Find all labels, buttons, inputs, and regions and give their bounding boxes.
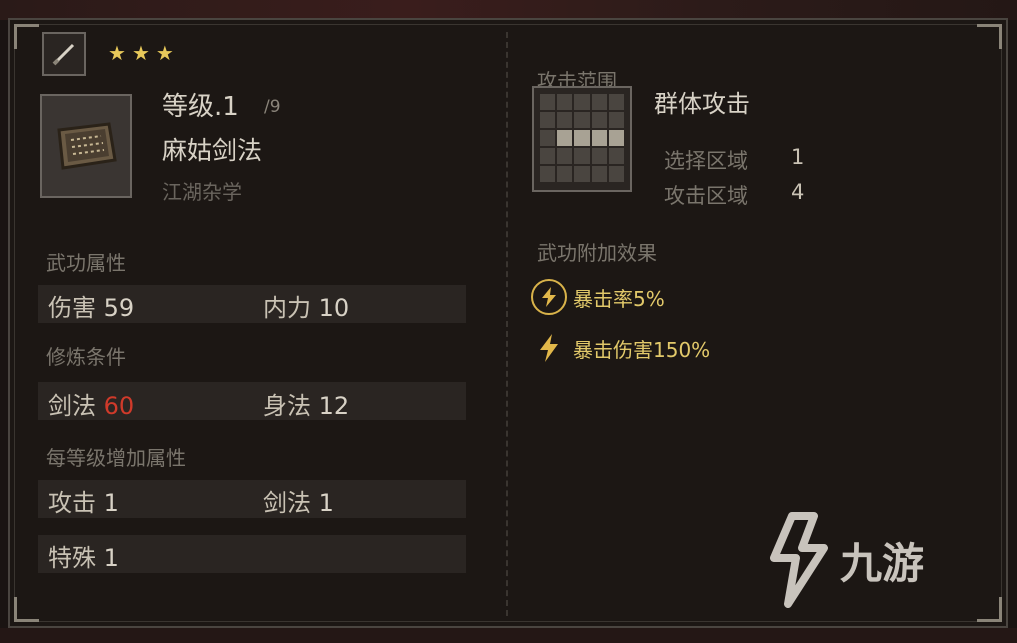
effect-item: 暴击伤害150% xyxy=(531,330,710,366)
stat-value: 12 xyxy=(318,392,350,420)
lightning-icon xyxy=(531,330,567,366)
section-title-attributes: 武功属性 xyxy=(46,251,126,275)
select-area-label: 选择区域 xyxy=(664,149,748,173)
attack-area-label: 攻击区域 xyxy=(664,184,748,208)
grid-cell xyxy=(591,94,607,110)
sword-icon xyxy=(52,43,75,66)
stat-value: 59 xyxy=(103,294,135,322)
grid-cell xyxy=(540,112,556,128)
grid-cell xyxy=(574,94,590,110)
grid-cell-active xyxy=(557,130,573,146)
grid-cell xyxy=(608,148,624,164)
stat-value-unmet: 60 xyxy=(103,392,135,420)
grid-cell xyxy=(557,94,573,110)
per-level-sword: 剑法 1 xyxy=(263,483,334,518)
section-title-effects: 武功附加效果 xyxy=(537,241,657,265)
panel-divider xyxy=(506,32,508,616)
grid-cell xyxy=(608,166,624,182)
stat-value: 10 xyxy=(318,294,350,322)
grid-cell xyxy=(540,94,556,110)
grid-cell xyxy=(608,94,624,110)
stat-label: 特殊 xyxy=(48,544,96,572)
select-area-value: 1 xyxy=(791,145,805,169)
stat-label: 攻击 xyxy=(48,489,96,517)
stat-value: 1 xyxy=(318,489,334,517)
watermark-text: 九游 xyxy=(840,538,925,588)
skill-book-box[interactable] xyxy=(40,94,132,198)
grid-cell xyxy=(608,112,624,128)
watermark: 九游 xyxy=(762,512,924,608)
attack-range-grid-box xyxy=(532,86,632,192)
stat-label: 伤害 xyxy=(48,294,96,322)
lightning-circle-icon xyxy=(531,279,567,315)
skill-level: 等级.1 xyxy=(162,92,239,122)
effect-text: 暴击率5% xyxy=(573,286,665,311)
skill-name: 麻姑剑法 xyxy=(162,136,263,165)
star-icon: ★ xyxy=(131,41,150,65)
stat-value: 1 xyxy=(103,544,119,572)
req-body: 身法 12 xyxy=(263,386,349,421)
stat-label: 内力 xyxy=(263,294,311,322)
corner-ornament xyxy=(14,24,39,49)
stat-value: 1 xyxy=(103,489,119,517)
grid-cell xyxy=(574,112,590,128)
grid-cell xyxy=(591,166,607,182)
per-level-attack: 攻击 1 xyxy=(48,483,119,518)
grid-cell xyxy=(540,148,556,164)
grid-cell-active xyxy=(591,130,607,146)
grid-cell xyxy=(591,112,607,128)
scroll-book-icon xyxy=(57,122,117,170)
weapon-type-box[interactable] xyxy=(42,32,86,76)
grid-cell xyxy=(540,166,556,182)
background-bottom xyxy=(0,628,1017,643)
grid-cell xyxy=(540,130,556,146)
grid-cell xyxy=(591,148,607,164)
corner-ornament xyxy=(977,597,1002,622)
effect-item: 暴击率5% xyxy=(531,279,665,315)
grid-cell-active xyxy=(608,130,624,146)
per-level-special: 特殊 1 xyxy=(48,538,119,573)
range-type-name: 群体攻击 xyxy=(654,90,750,118)
stat-label: 剑法 xyxy=(48,392,96,420)
star-icon: ★ xyxy=(155,41,174,65)
attack-area-value: 4 xyxy=(791,180,805,204)
stat-damage: 伤害 59 xyxy=(48,288,134,323)
section-title-requirements: 修炼条件 xyxy=(46,345,126,369)
grid-cell xyxy=(574,166,590,182)
grid-cell xyxy=(557,166,573,182)
grid-cell xyxy=(557,112,573,128)
watermark-logo-icon xyxy=(770,512,828,608)
grid-cell xyxy=(557,148,573,164)
skill-school: 江湖杂学 xyxy=(162,180,242,204)
stat-inner-power: 内力 10 xyxy=(263,288,349,323)
background-top xyxy=(0,0,1017,20)
stat-label: 身法 xyxy=(263,392,311,420)
section-title-per-level: 每等级增加属性 xyxy=(46,446,186,470)
skill-level-max: /9 xyxy=(264,97,281,117)
effect-text: 暴击伤害150% xyxy=(573,337,711,362)
star-icon: ★ xyxy=(108,41,126,65)
stat-label: 剑法 xyxy=(263,489,311,517)
attack-range-grid xyxy=(540,94,624,182)
star-rating: ★ ★ ★ xyxy=(108,42,174,64)
grid-cell-active xyxy=(574,130,590,146)
corner-ornament xyxy=(977,24,1002,49)
corner-ornament xyxy=(14,597,39,622)
req-sword: 剑法 60 xyxy=(48,386,134,421)
grid-cell xyxy=(574,148,590,164)
